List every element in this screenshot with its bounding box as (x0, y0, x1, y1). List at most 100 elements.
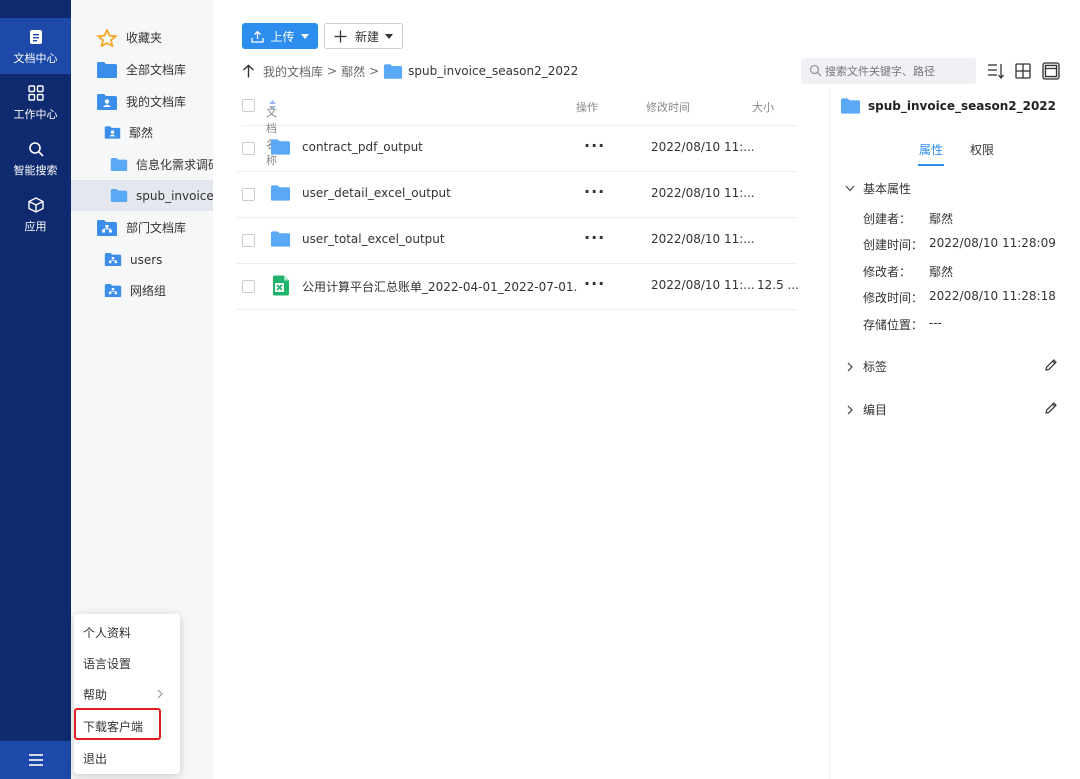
field-value: 2022/08/10 11:28:18 (929, 289, 1056, 303)
rail-item-work-center[interactable]: 工作中心 (0, 74, 71, 130)
breadcrumb-mid[interactable]: 鄢然 (341, 63, 365, 80)
more-actions-button[interactable]: ··· (584, 182, 605, 201)
table-row[interactable]: 公用计算平台汇总账单_2022-04-01_2022-07-01.x... ··… (236, 264, 799, 310)
tree-label: 全部文档库 (126, 63, 187, 77)
row-checkbox[interactable] (242, 234, 255, 247)
section-tags[interactable]: 标签 (844, 358, 887, 375)
rail-item-smart-search[interactable]: 智能搜索 (0, 130, 71, 186)
row-time: 2022/08/10 11:... (651, 140, 755, 154)
rail-label: 智能搜索 (13, 163, 58, 177)
row-checkbox[interactable] (242, 188, 255, 201)
menu-label: 语言设置 (83, 656, 132, 671)
upload-icon (251, 30, 265, 43)
table-header: 文档名称 操作 修改时间 大小 (242, 94, 797, 167)
row-checkbox[interactable] (242, 142, 255, 155)
field-value: --- (929, 316, 942, 330)
row-size: 12.5 ... (757, 278, 799, 292)
more-actions-button[interactable]: ··· (584, 274, 605, 293)
row-name[interactable]: user_detail_excel_output (302, 186, 578, 200)
edit-tags-pencil-icon[interactable] (1044, 358, 1058, 372)
tree-label: 我的文档库 (126, 95, 187, 109)
row-checkbox[interactable] (242, 280, 255, 293)
tree-label: 收藏夹 (126, 31, 163, 45)
select-all-checkbox[interactable] (242, 99, 255, 112)
folder-icon (270, 231, 291, 247)
tab-permissions[interactable]: 权限 (970, 141, 994, 158)
section-catalog[interactable]: 编目 (844, 401, 887, 418)
row-name[interactable]: 公用计算平台汇总账单_2022-04-01_2022-07-01.x... (302, 278, 578, 295)
field-key: 修改时间： (863, 291, 924, 305)
search-input[interactable] (801, 58, 976, 84)
folder-icon (97, 61, 117, 78)
new-label: 新建 (354, 29, 379, 44)
more-actions-button[interactable]: ··· (584, 228, 605, 247)
tree-label: spub_invoice_ (136, 188, 213, 203)
section-label: 基本属性 (863, 182, 912, 196)
table-row[interactable]: user_detail_excel_output ··· 2022/08/10 … (236, 172, 797, 218)
breadcrumb-separator: > (369, 64, 380, 78)
tree-label: 鄢然 (129, 126, 154, 140)
caret-down-icon (385, 33, 393, 39)
row-name[interactable]: user_total_excel_output (302, 232, 578, 246)
rail-label: 文档中心 (13, 51, 58, 65)
new-button[interactable]: 新建 (324, 23, 403, 49)
tree-item-network-group[interactable]: 网络组 (71, 275, 213, 306)
rail-item-apps[interactable]: 应用 (0, 186, 71, 242)
search-icon (809, 64, 822, 77)
field-key: 存储位置： (863, 318, 924, 332)
menu-toggle-button[interactable] (0, 741, 71, 779)
tree-item-dept-library[interactable]: 部门文档库 (71, 212, 213, 243)
section-label: 标签 (863, 360, 888, 374)
edit-catalog-pencil-icon[interactable] (1044, 401, 1058, 415)
upload-button[interactable]: 上传 (242, 23, 318, 49)
menu-label: 帮助 (83, 687, 108, 702)
header-name[interactable]: 文档名称 (266, 99, 277, 167)
menu-item-profile[interactable]: 个人资料 (83, 622, 173, 642)
row-time: 2022/08/10 11:... (651, 278, 755, 292)
tree-label: 信息化需求调研 (136, 158, 213, 172)
folder-icon (384, 63, 403, 79)
dept-folder-icon (97, 219, 117, 236)
tree-item-users[interactable]: users (71, 244, 213, 275)
tree-item-favorites[interactable]: 收藏夹 (71, 22, 213, 53)
details-panel: spub_invoice_season2_2022 属性 权限 基本属性 创建者… (829, 88, 1080, 779)
menu-item-logout[interactable]: 退出 (83, 748, 173, 768)
rail-item-document-center[interactable]: 文档中心 (0, 18, 71, 74)
section-basic-properties[interactable]: 基本属性 (844, 180, 911, 197)
folder-icon (270, 185, 291, 201)
header-time[interactable]: 修改时间 (646, 99, 690, 115)
plus-icon (334, 30, 347, 42)
sort-icon[interactable] (987, 62, 1005, 80)
tree-label: 网络组 (130, 284, 167, 298)
tab-properties[interactable]: 属性 (919, 141, 943, 158)
breadcrumb-root[interactable]: 我的文档库 (263, 63, 323, 80)
search-icon (28, 139, 44, 159)
arrow-up-icon[interactable] (242, 64, 255, 78)
field-key: 创建时间： (863, 238, 924, 252)
table-row[interactable]: contract_pdf_output ··· 2022/08/10 11:..… (236, 126, 797, 172)
tree-item-survey-folder[interactable]: 信息化需求调研 (71, 149, 213, 180)
chevron-right-icon (847, 405, 853, 414)
breadcrumb: 我的文档库 > 鄢然 > spub_invoice_season2_2022 (242, 60, 578, 82)
caret-down-icon (300, 33, 309, 39)
tree-item-my-library[interactable]: 我的文档库 (71, 86, 213, 117)
table-row[interactable]: user_total_excel_output ··· 2022/08/10 1… (236, 218, 797, 264)
tree-label: 部门文档库 (126, 221, 187, 235)
rail-label: 应用 (24, 219, 47, 233)
menu-item-help[interactable]: 帮助 (83, 684, 173, 704)
hamburger-menu-icon (28, 754, 43, 766)
detail-panel-icon[interactable] (1042, 62, 1060, 80)
highlight-box (74, 708, 161, 740)
menu-item-language[interactable]: 语言设置 (83, 653, 173, 673)
header-size[interactable]: 大小 (752, 99, 774, 115)
tree-item-all-libraries[interactable]: 全部文档库 (71, 54, 213, 85)
section-label: 编目 (863, 403, 888, 417)
tree-item-spub-invoice[interactable]: spub_invoice_ (71, 180, 213, 211)
more-actions-button[interactable]: ··· (584, 136, 605, 155)
user-folder-icon (104, 126, 121, 139)
chevron-right-icon (847, 362, 853, 371)
row-name[interactable]: contract_pdf_output (302, 140, 578, 154)
tree-item-user[interactable]: 鄢然 (71, 117, 213, 148)
dept-folder-icon (104, 252, 122, 267)
grid-view-icon[interactable] (1014, 62, 1032, 80)
